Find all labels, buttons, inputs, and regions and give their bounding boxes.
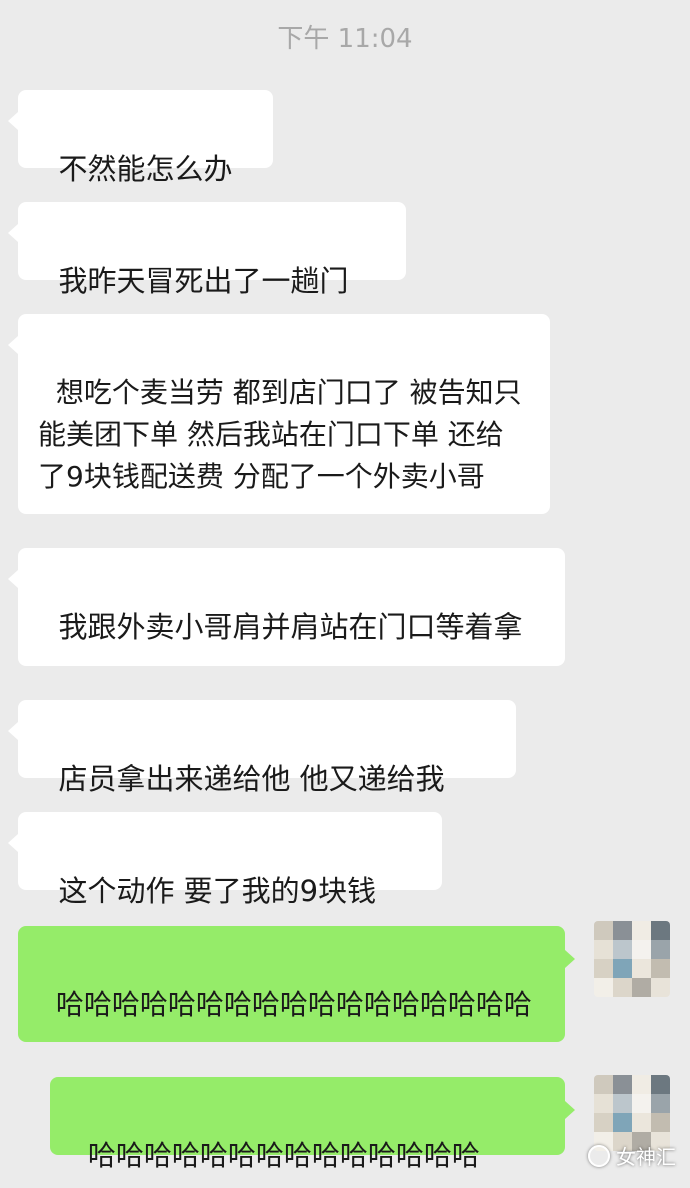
message-text: 这个动作 要了我的9块钱 xyxy=(58,874,377,908)
message-bubble-incoming[interactable]: 店员拿出来递给他 他又递给我 xyxy=(8,700,516,796)
message-text: 哈哈哈哈哈哈哈哈哈哈哈哈哈哈 xyxy=(87,1139,480,1172)
timestamp: 下午 11:04 xyxy=(277,24,413,54)
message-text: 我昨天冒死出了一趟门 xyxy=(58,264,349,298)
message-bubble-outgoing[interactable]: 哈哈哈哈哈哈哈哈哈哈哈哈哈哈哈哈哈 xyxy=(18,926,575,1042)
message-bubble-incoming[interactable]: 这个动作 要了我的9块钱 xyxy=(8,812,442,908)
message-bubble-incoming[interactable]: 想吃个麦当劳 都到店门口了 被告知只能美团下单 然后我站在门口下单 还给了9块钱… xyxy=(8,314,550,514)
watermark: 女神汇 xyxy=(588,1141,676,1170)
message-bubble-incoming[interactable]: 我跟外卖小哥肩并肩站在门口等着拿 xyxy=(8,548,565,666)
watermark-text: 女神汇 xyxy=(616,1145,676,1169)
message-text: 哈哈哈哈哈哈哈哈哈哈哈哈哈哈哈哈哈 xyxy=(55,988,532,1021)
message-bubble-incoming[interactable]: 不然能怎么办 xyxy=(8,90,273,186)
message-bubble-incoming[interactable]: 我昨天冒死出了一趟门 xyxy=(8,202,406,298)
message-text: 不然能怎么办 xyxy=(58,152,233,186)
wechat-official-account-icon xyxy=(588,1144,610,1167)
avatar[interactable] xyxy=(594,1075,670,1151)
avatar[interactable] xyxy=(594,921,670,997)
message-bubble-outgoing[interactable]: 哈哈哈哈哈哈哈哈哈哈哈哈哈哈 xyxy=(50,1077,575,1172)
message-text: 店员拿出来递给他 他又递给我 xyxy=(58,762,445,796)
message-text: 想吃个麦当劳 都到店门口了 被告知只能美团下单 然后我站在门口下单 还给了9块钱… xyxy=(38,376,522,493)
message-text: 我跟外卖小哥肩并肩站在门口等着拿 xyxy=(58,610,523,644)
